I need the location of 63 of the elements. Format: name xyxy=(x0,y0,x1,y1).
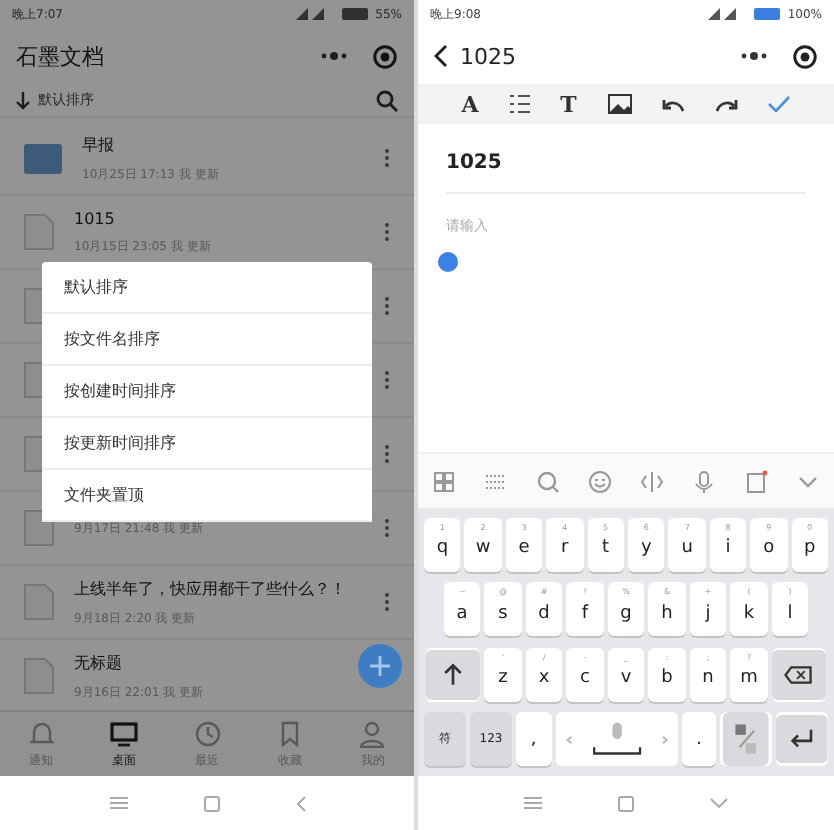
menu-icon[interactable] xyxy=(109,796,127,810)
home-icon[interactable] xyxy=(618,795,634,811)
backspace-key[interactable] xyxy=(771,647,826,702)
kebab-icon[interactable] xyxy=(384,370,390,390)
kebab-icon[interactable] xyxy=(384,592,390,612)
monitor-icon xyxy=(110,719,139,747)
menu-icon[interactable] xyxy=(524,796,542,810)
target-icon[interactable] xyxy=(372,43,398,69)
punctuation-key[interactable]: , xyxy=(516,712,552,767)
format-button[interactable]: A xyxy=(461,91,479,117)
more-icon[interactable] xyxy=(740,50,768,62)
clock-icon xyxy=(193,719,222,747)
document-title: 1025 xyxy=(460,43,516,69)
home-icon[interactable] xyxy=(203,795,219,811)
list-icon[interactable] xyxy=(509,94,530,114)
menu-item[interactable]: 按文件名排序 xyxy=(42,314,372,366)
file-title[interactable]: 早报 xyxy=(82,133,364,155)
folder-icon xyxy=(24,143,62,173)
more-icon[interactable] xyxy=(320,50,348,62)
undo-icon[interactable] xyxy=(662,97,685,111)
document-icon xyxy=(24,214,54,250)
hide-keyboard-icon[interactable] xyxy=(710,798,728,808)
cursor-handle[interactable] xyxy=(438,252,458,272)
person-icon xyxy=(358,719,387,747)
kebab-icon[interactable] xyxy=(384,444,390,464)
language-key[interactable] xyxy=(720,712,773,767)
document-icon xyxy=(24,584,54,620)
format-button[interactable]: T xyxy=(560,91,577,117)
file-title[interactable]: 上线半年了，快应用都干了些什么？！ xyxy=(74,577,364,599)
target-icon[interactable] xyxy=(792,43,818,69)
check-icon[interactable] xyxy=(768,96,791,112)
grid-icon[interactable] xyxy=(432,469,456,493)
battery-icon xyxy=(753,8,782,20)
bell-icon xyxy=(27,719,56,747)
file-title[interactable]: 1015 xyxy=(74,209,364,227)
clipboard-icon[interactable] xyxy=(744,469,768,493)
search-icon[interactable] xyxy=(536,469,560,493)
add-button[interactable] xyxy=(358,644,402,688)
menu-item[interactable]: 默认排序 xyxy=(42,262,372,314)
mic-icon[interactable] xyxy=(692,469,716,493)
app-title: 石墨文档 xyxy=(16,41,104,71)
redo-icon[interactable] xyxy=(715,97,738,111)
keyboard-icon[interactable] xyxy=(484,469,508,493)
menu-item[interactable]: 文件夹置顶 xyxy=(42,470,372,522)
document-icon xyxy=(24,658,54,694)
shift-key[interactable] xyxy=(426,647,481,702)
punctuation-key[interactable]: . xyxy=(681,712,717,767)
kebab-icon[interactable] xyxy=(384,518,390,538)
kebab-icon[interactable] xyxy=(384,222,390,242)
menu-item[interactable]: 按更新时间排序 xyxy=(42,418,372,470)
smiley-icon[interactable] xyxy=(588,469,612,493)
image-icon[interactable] xyxy=(607,94,632,114)
kebab-icon[interactable] xyxy=(384,296,390,316)
down-arrow-icon[interactable] xyxy=(16,91,30,109)
enter-key[interactable] xyxy=(776,712,828,767)
battery-icon xyxy=(341,8,370,20)
kebab-icon[interactable] xyxy=(384,148,390,168)
menu-item[interactable]: 按创建时间排序 xyxy=(42,366,372,418)
search-icon[interactable] xyxy=(376,89,398,111)
cursor-icon[interactable] xyxy=(640,469,664,493)
file-title[interactable]: 无标题 xyxy=(74,651,364,673)
back-icon[interactable] xyxy=(434,44,448,68)
title-field[interactable]: 1025 xyxy=(446,152,806,174)
